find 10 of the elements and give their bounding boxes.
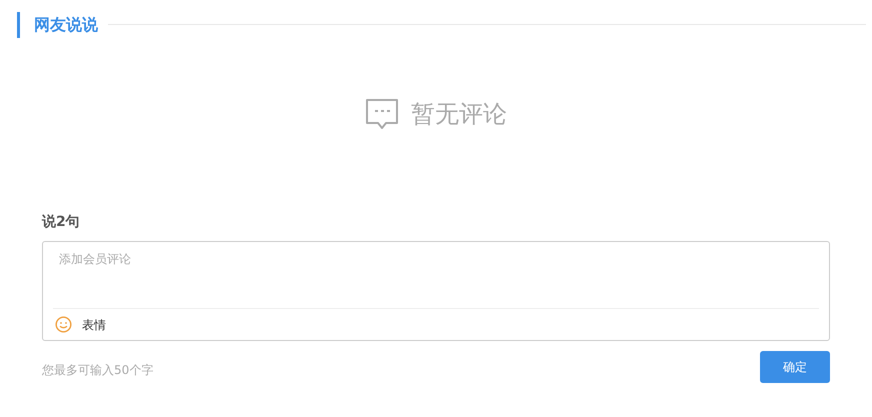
section-title: 网友说说 (34, 14, 98, 36)
comment-field[interactable]: 添加会员评论 (43, 242, 829, 308)
smiley-icon[interactable] (55, 316, 72, 333)
emoji-label[interactable]: 表情 (82, 316, 106, 334)
section-accent-bar (17, 12, 20, 38)
comment-form-label: 说2句 (42, 213, 81, 232)
empty-comments-text: 暂无评论 (411, 99, 507, 130)
character-limit-hint: 您最多可输入50个字 (42, 362, 154, 379)
speech-bubble-icon (365, 97, 399, 131)
comment-box[interactable]: 添加会员评论 表情 (42, 241, 830, 341)
